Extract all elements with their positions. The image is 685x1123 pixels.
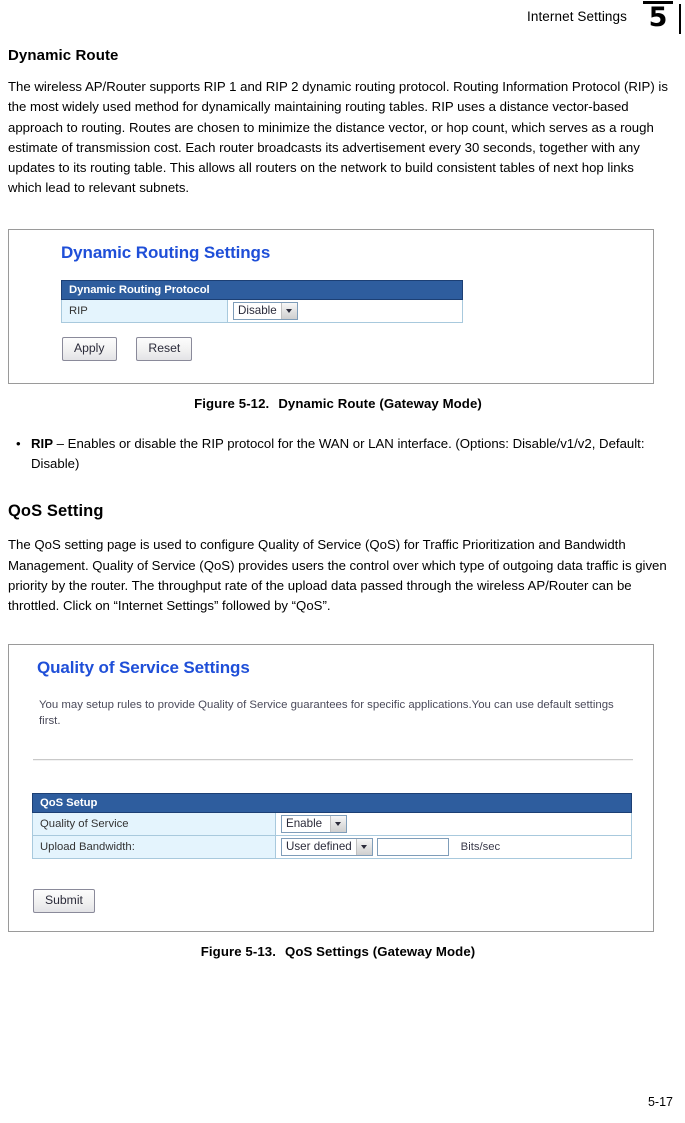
chevron-down-icon[interactable] — [280, 302, 297, 319]
paragraph-qos-setting: The QoS setting page is used to configur… — [8, 537, 667, 614]
table-row: RIP Disable — [61, 298, 463, 324]
dynamic-routing-button-bar: Apply Reset — [62, 336, 193, 361]
dynamic-routing-table: Dynamic Routing Protocol RIP Disable — [61, 279, 463, 324]
paragraph-dynamic-route: The wireless AP/Router supports RIP 1 an… — [8, 79, 668, 196]
figure-caption-text-5-12: Dynamic Route (Gateway Mode) — [278, 395, 482, 411]
upload-bandwidth-select[interactable]: User defined — [281, 837, 373, 856]
figure-caption-number-5-13: Figure 5-13. — [200, 943, 276, 959]
screenshot-quality-of-service-settings: Quality of Service Settings You may setu… — [8, 643, 654, 932]
screenshot-title-dynamic-routing: Dynamic Routing Settings — [61, 242, 271, 262]
upload-bandwidth-unit-label: Bits/sec — [460, 840, 501, 853]
list-item: • RIP – Enables or disable the RIP protoc… — [8, 434, 668, 475]
table-header-row: QoS Setup — [31, 792, 633, 813]
upload-bandwidth-input[interactable] — [377, 837, 450, 856]
row-label-quality-of-service: Quality of Service — [32, 811, 276, 836]
figure-caption-5-12: Figure 5-12. Dynamic Route (Gateway Mode) — [8, 396, 668, 411]
chapter-edge-tab — [679, 4, 681, 34]
section-heading-qos-setting: QoS Setting — [8, 502, 104, 521]
page-number: 5-17 — [647, 1095, 673, 1109]
table-header-row: Dynamic Routing Protocol — [61, 279, 463, 300]
row-field-rip: Disable — [227, 298, 463, 324]
page-header: Internet Settings 5 — [0, 0, 685, 42]
chevron-down-icon[interactable] — [330, 815, 347, 832]
chapter-marker: 5 — [643, 1, 673, 31]
figure-caption-5-13: Figure 5-13. QoS Settings (Gateway Mode) — [8, 944, 668, 959]
rip-select-value: Disable — [238, 303, 277, 317]
reset-button[interactable]: Reset — [136, 336, 193, 361]
row-field-quality-of-service: Enable — [274, 811, 633, 836]
chapter-number: 5 — [648, 2, 668, 33]
divider — [33, 758, 633, 761]
apply-button[interactable]: Apply — [62, 336, 117, 361]
row-field-upload-bandwidth: User defined Bits/sec — [274, 834, 633, 860]
qos-button-bar: Submit — [33, 888, 95, 913]
submit-button[interactable]: Submit — [33, 888, 95, 913]
qos-setup-table: QoS Setup Quality of Service Enable Uplo… — [31, 792, 633, 860]
figure-caption-number-5-12: Figure 5-12. — [194, 395, 270, 411]
bullet-list-rip: • RIP – Enables or disable the RIP protoc… — [8, 434, 668, 475]
rip-select[interactable]: Disable — [233, 301, 298, 320]
row-label-upload-bandwidth: Upload Bandwidth: — [32, 834, 276, 860]
table-header-dynamic-routing-protocol: Dynamic Routing Protocol — [61, 279, 463, 300]
header-title: Internet Settings — [526, 9, 627, 24]
row-label-rip: RIP — [61, 298, 228, 324]
chevron-down-icon[interactable] — [355, 838, 372, 855]
table-header-qos-setup: QoS Setup — [31, 792, 633, 813]
figure-caption-text-5-13: QoS Settings (Gateway Mode) — [284, 943, 476, 959]
quality-of-service-select-value: Enable — [286, 816, 323, 830]
upload-bandwidth-select-value: User defined — [286, 839, 352, 853]
page-content: Dynamic Route The wireless AP/Router sup… — [8, 47, 668, 959]
screenshot-dynamic-routing-settings: Dynamic Routing Settings Dynamic Routing… — [8, 228, 654, 384]
screenshot-description-qos: You may setup rules to provide Quality o… — [39, 698, 614, 727]
quality-of-service-select[interactable]: Enable — [281, 814, 348, 833]
bullet-description-rip: – Enables or disable the RIP protocol fo… — [31, 435, 645, 472]
screenshot-title-qos: Quality of Service Settings — [37, 657, 250, 677]
bullet-term-rip: RIP — [31, 435, 53, 451]
bullet-icon: • — [16, 435, 21, 451]
section-heading-dynamic-route: Dynamic Route — [8, 47, 119, 64]
table-row: Upload Bandwidth: User defined Bits/sec — [32, 834, 633, 860]
table-row: Quality of Service Enable — [32, 811, 633, 836]
